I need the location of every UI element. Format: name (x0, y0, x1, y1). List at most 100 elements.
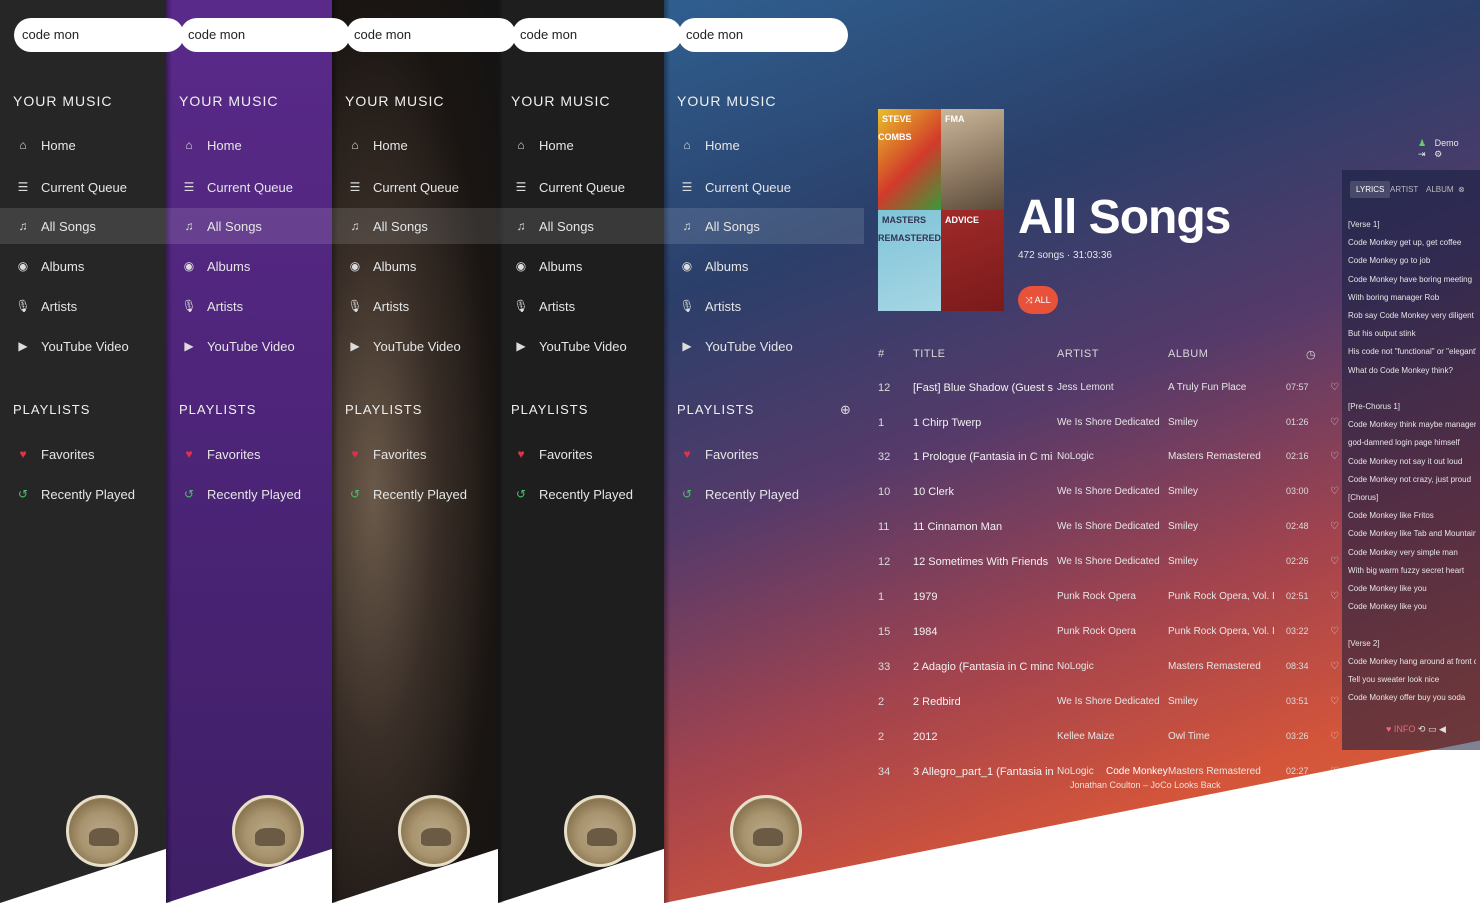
playlist-recently-played[interactable]: ↺ Recently Played (498, 476, 664, 512)
favorite-heart-icon[interactable]: ♡ (1330, 591, 1339, 602)
track-album[interactable]: Masters Remastered (1168, 766, 1278, 777)
sidebar-item-home[interactable]: ⌂ Home (664, 127, 864, 163)
clock-icon[interactable]: ◷ (1306, 348, 1316, 361)
playlist-favorites[interactable]: ♥ Favorites (166, 436, 332, 472)
tab-artist[interactable]: ARTIST (1390, 185, 1418, 194)
track-artist[interactable]: NoLogic (1057, 661, 1163, 672)
sidebar-item-all-songs[interactable]: ♫ All Songs (664, 208, 864, 244)
column-header-title[interactable]: TITLE (913, 348, 945, 360)
sidebar-item-albums[interactable]: ◉ Albums (166, 248, 332, 284)
sidebar-item-home[interactable]: ⌂ Home (498, 127, 664, 163)
table-row[interactable]: 1 1 Chirp Twerp We Is Shore Dedicated Sm… (866, 407, 1342, 441)
favorite-heart-icon[interactable]: ♡ (1330, 626, 1339, 637)
track-album[interactable]: Smiley (1168, 696, 1278, 707)
table-row[interactable]: 2 2 Redbird We Is Shore Dedicated Smiley… (866, 686, 1342, 720)
table-row[interactable]: 2 2012 Kellee Maize Owl Time 03:26 ♡ (866, 721, 1342, 755)
info-button[interactable]: INFO (1394, 724, 1416, 734)
search-input[interactable]: code mon (180, 18, 350, 52)
sidebar-item-artists[interactable]: 🎙 Artists (0, 288, 166, 324)
track-album[interactable]: Smiley (1168, 417, 1278, 428)
now-playing-artwork[interactable] (564, 795, 636, 867)
volume-icon[interactable]: ◀ (1439, 724, 1446, 734)
now-playing-artwork[interactable] (730, 795, 802, 867)
track-artist[interactable]: NoLogic (1057, 451, 1163, 462)
track-artist[interactable]: We Is Shore Dedicated (1057, 521, 1163, 532)
sidebar-item-current-queue[interactable]: ☰ Current Queue (0, 169, 166, 205)
track-artist[interactable]: Punk Rock Opera (1057, 591, 1163, 602)
sidebar-item-all-songs[interactable]: ♫ All Songs (166, 208, 332, 244)
column-header-number[interactable]: # (878, 348, 885, 360)
favorite-heart-icon[interactable]: ♡ (1330, 382, 1339, 393)
track-album[interactable]: Punk Rock Opera, Vol. I (1168, 626, 1278, 637)
now-playing-artwork[interactable] (232, 795, 304, 867)
search-input[interactable]: code mon (346, 18, 516, 52)
sidebar-item-youtube-video[interactable]: ▶ YouTube Video (166, 328, 332, 364)
search-input[interactable]: code mon (512, 18, 682, 52)
table-row[interactable]: 15 1984 Punk Rock Opera Punk Rock Opera,… (866, 616, 1342, 650)
sidebar-item-youtube-video[interactable]: ▶ YouTube Video (0, 328, 166, 364)
favorite-heart-icon[interactable]: ♡ (1330, 731, 1339, 742)
favorite-heart-icon[interactable]: ♡ (1330, 521, 1339, 532)
track-artist[interactable]: We Is Shore Dedicated (1057, 417, 1163, 428)
sidebar-item-artists[interactable]: 🎙 Artists (332, 288, 498, 324)
logout-icon[interactable]: ⇥ (1418, 149, 1426, 159)
cast-icon[interactable]: ▭ (1428, 724, 1437, 734)
sidebar-item-all-songs[interactable]: ♫ All Songs (0, 208, 166, 244)
track-album[interactable]: Smiley (1168, 486, 1278, 497)
track-artist[interactable]: We Is Shore Dedicated (1057, 486, 1163, 497)
sidebar-item-home[interactable]: ⌂ Home (166, 127, 332, 163)
playlist-favorites[interactable]: ♥ Favorites (332, 436, 498, 472)
playlist-favorites[interactable]: ♥ Favorites (498, 436, 664, 472)
sidebar-item-artists[interactable]: 🎙 Artists (664, 288, 864, 324)
column-header-artist[interactable]: ARTIST (1057, 348, 1099, 360)
sidebar-item-all-songs[interactable]: ♫ All Songs (498, 208, 664, 244)
shuffle-all-button[interactable]: ⤨ ALL (1018, 286, 1058, 314)
add-playlist-icon[interactable]: ⊕ (840, 402, 851, 418)
sidebar-item-albums[interactable]: ◉ Albums (332, 248, 498, 284)
tab-album[interactable]: ALBUM (1426, 185, 1454, 194)
now-playing-artwork[interactable] (66, 795, 138, 867)
playlist-recently-played[interactable]: ↺ Recently Played (664, 476, 864, 512)
favorite-heart-icon[interactable]: ♡ (1330, 451, 1339, 462)
favorite-heart-icon[interactable]: ♡ (1330, 486, 1339, 497)
playlist-favorites[interactable]: ♥ Favorites (664, 436, 864, 472)
sidebar-item-all-songs[interactable]: ♫ All Songs (332, 208, 498, 244)
table-row[interactable]: 1 1979 Punk Rock Opera Punk Rock Opera, … (866, 581, 1342, 615)
track-album[interactable]: Punk Rock Opera, Vol. I (1168, 591, 1278, 602)
sidebar-item-current-queue[interactable]: ☰ Current Queue (166, 169, 332, 205)
sidebar-item-albums[interactable]: ◉ Albums (498, 248, 664, 284)
tab-lyrics[interactable]: LYRICS (1350, 181, 1391, 198)
table-row[interactable]: 33 2 Adagio (Fantasia in C minor K 4... … (866, 651, 1342, 685)
track-album[interactable]: Smiley (1168, 521, 1278, 532)
playlist-recently-played[interactable]: ↺ Recently Played (166, 476, 332, 512)
sidebar-item-current-queue[interactable]: ☰ Current Queue (664, 169, 864, 205)
table-row[interactable]: 11 11 Cinnamon Man We Is Shore Dedicated… (866, 511, 1342, 545)
search-input[interactable]: code mon (678, 18, 848, 52)
sidebar-item-albums[interactable]: ◉ Albums (664, 248, 864, 284)
sidebar-item-home[interactable]: ⌂ Home (0, 127, 166, 163)
table-row[interactable]: 10 10 Clerk We Is Shore Dedicated Smiley… (866, 476, 1342, 510)
sidebar-item-artists[interactable]: 🎙 Artists (166, 288, 332, 324)
sidebar-item-youtube-video[interactable]: ▶ YouTube Video (498, 328, 664, 364)
heart-icon[interactable]: ♥ (1386, 724, 1391, 734)
user-name[interactable]: Demo (1435, 138, 1459, 148)
track-artist[interactable]: Kellee Maize (1057, 731, 1163, 742)
track-album[interactable]: Masters Remastered (1168, 451, 1278, 462)
track-album[interactable]: Owl Time (1168, 731, 1278, 742)
sidebar-item-youtube-video[interactable]: ▶ YouTube Video (332, 328, 498, 364)
track-artist[interactable]: Jess Lemont (1057, 382, 1163, 393)
track-album[interactable]: Smiley (1168, 556, 1278, 567)
user-avatar-icon[interactable]: ♟ (1418, 138, 1426, 148)
sidebar-item-albums[interactable]: ◉ Albums (0, 248, 166, 284)
sidebar-item-current-queue[interactable]: ☰ Current Queue (498, 169, 664, 205)
favorite-heart-icon[interactable]: ♡ (1330, 766, 1339, 777)
sidebar-item-artists[interactable]: 🎙 Artists (498, 288, 664, 324)
favorite-heart-icon[interactable]: ♡ (1330, 696, 1339, 707)
track-artist[interactable]: Punk Rock Opera (1057, 626, 1163, 637)
sidebar-item-youtube-video[interactable]: ▶ YouTube Video (664, 328, 864, 364)
table-row[interactable]: 12 [Fast] Blue Shadow (Guest singin... J… (866, 372, 1342, 406)
playlist-favorites[interactable]: ♥ Favorites (0, 436, 166, 472)
track-artist[interactable]: We Is Shore Dedicated (1057, 556, 1163, 567)
favorite-heart-icon[interactable]: ♡ (1330, 661, 1339, 672)
sidebar-item-home[interactable]: ⌂ Home (332, 127, 498, 163)
